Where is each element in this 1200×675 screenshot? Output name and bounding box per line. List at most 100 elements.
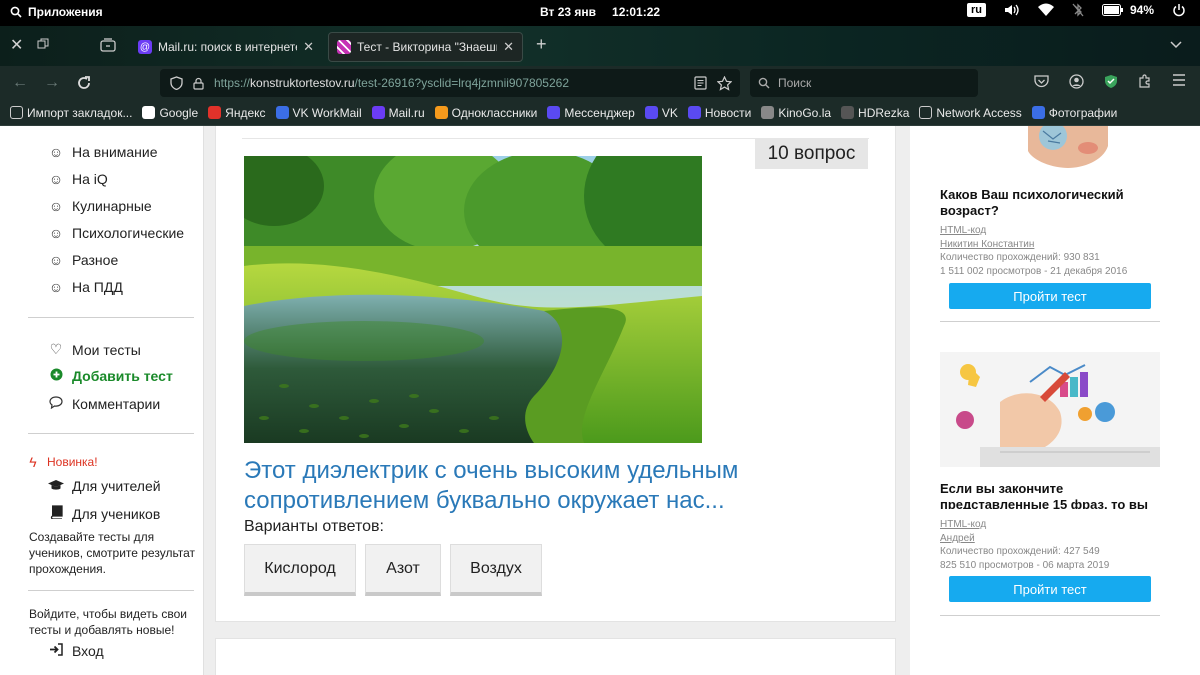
answer-button-oxygen[interactable]: Кислород <box>244 544 356 596</box>
search-bar[interactable]: Поиск <box>750 69 978 97</box>
close-window-icon[interactable]: ✕ <box>10 35 23 55</box>
news-icon <box>687 106 701 119</box>
bookmark-item[interactable]: HDRezka <box>841 106 909 120</box>
url-text[interactable]: https://konstruktortestov.ru/test-26916?… <box>214 76 684 90</box>
sidebar-divider <box>940 615 1160 616</box>
bookmark-item[interactable]: Одноклассники <box>434 105 538 120</box>
take-test-button[interactable]: Пройти тест <box>949 576 1151 602</box>
vk-icon <box>644 106 658 119</box>
bookmark-item[interactable]: VK <box>644 106 678 120</box>
bookmark-item[interactable]: VK WorkMail <box>275 106 362 120</box>
close-tab-icon[interactable]: ✕ <box>303 39 314 55</box>
address-bar[interactable]: https://konstruktortestov.ru/test-26916?… <box>160 69 740 97</box>
adguard-shield-icon[interactable] <box>1104 74 1118 89</box>
bookmark-item[interactable]: Google <box>142 106 198 120</box>
views-count: 1 511 002 просмотров - 21 декабря 2016 <box>940 265 1128 277</box>
tab-list-chevron-down-icon[interactable] <box>1170 41 1182 49</box>
for-students-link[interactable]: Для учеников <box>48 505 160 522</box>
new-label: Новинка! <box>47 455 98 469</box>
card-title[interactable]: Если вы закончите представленные 15 фраз… <box>940 481 1160 509</box>
bookmark-item[interactable]: Network Access <box>919 106 1022 120</box>
account-icon[interactable] <box>1069 74 1084 89</box>
category-label: На ПДД <box>72 279 123 295</box>
author-link[interactable]: Андрей <box>940 533 975 544</box>
back-arrow-icon[interactable]: ← <box>12 74 28 92</box>
battery-indicator[interactable]: 94% <box>1101 3 1154 17</box>
bookmark-item[interactable]: Яндекс <box>208 106 266 120</box>
html-code-link[interactable]: HTML-код <box>940 225 986 236</box>
page-viewport: ☺ На внимание ☺ На iQ ☺ Кулинарные ☺ Психоло… <box>0 126 1200 675</box>
volume-icon[interactable] <box>1004 3 1020 17</box>
mailru-icon <box>371 106 385 119</box>
bluetooth-off-icon[interactable] <box>1072 3 1084 17</box>
comments-link[interactable]: Комментарии <box>48 396 160 412</box>
bookmark-label: Импорт закладок... <box>27 105 133 120</box>
wifi-icon[interactable] <box>1037 3 1054 17</box>
forward-arrow-icon[interactable]: → <box>44 74 60 92</box>
keyboard-layout-indicator[interactable]: ru <box>966 3 986 17</box>
category-link-misc[interactable]: ☺ Разное <box>48 252 118 268</box>
bookmark-star-icon[interactable] <box>717 75 732 91</box>
new-tab-icon[interactable]: + <box>536 34 547 55</box>
answer-button-air[interactable]: Воздух <box>450 544 542 596</box>
smiley-icon: ☺ <box>48 279 64 295</box>
category-link-psychology[interactable]: ☺ Психологические <box>48 225 184 241</box>
shield-icon[interactable] <box>170 76 183 90</box>
system-tray[interactable]: ru 94% <box>966 3 1186 17</box>
lightning-icon: ϟ <box>29 454 37 470</box>
create-tests-promo: Создавайте тесты для учеников, смотрите … <box>29 530 196 576</box>
add-test-link[interactable]: Добавить тест <box>48 368 173 384</box>
question-text: Этот диэлектрик с очень высоким удельным… <box>244 457 739 514</box>
bookmark-label: KinoGo.la <box>778 105 832 120</box>
hamburger-menu-icon[interactable] <box>1172 74 1186 86</box>
photos-icon <box>1031 106 1045 119</box>
tab-konstruktor[interactable]: Тест - Викторина "Знаешь ли ✕ <box>328 32 523 62</box>
power-icon[interactable] <box>1172 3 1186 17</box>
login-link[interactable]: Вход <box>48 643 104 659</box>
sidebar-divider <box>28 317 194 318</box>
bookmark-item[interactable]: Mail.ru <box>371 106 425 120</box>
ok-icon <box>434 106 448 119</box>
pocket-icon[interactable] <box>1034 74 1049 88</box>
bookmark-label: Google <box>159 105 199 120</box>
category-link-cooking[interactable]: ☺ Кулинарные <box>48 198 152 214</box>
html-code-link[interactable]: HTML-код <box>940 519 986 530</box>
card-image-head[interactable] <box>1008 126 1128 168</box>
for-teachers-link[interactable]: Для учителей <box>48 478 161 494</box>
reader-view-icon[interactable] <box>694 76 707 90</box>
yandex-icon <box>208 106 222 119</box>
sidebar-divider <box>940 321 1160 322</box>
category-link-iq[interactable]: ☺ На iQ <box>48 171 108 187</box>
bookmark-item[interactable]: Мессенджер <box>547 106 635 120</box>
author-link[interactable]: Никитин Константин <box>940 239 1034 250</box>
bookmark-item[interactable]: KinoGo.la <box>761 106 831 120</box>
lower-content-panel <box>215 638 896 675</box>
take-test-button[interactable]: Пройти тест <box>949 283 1151 309</box>
reload-icon[interactable] <box>76 75 92 91</box>
views-count: 825 510 просмотров - 06 марта 2019 <box>940 559 1110 571</box>
bookmark-item[interactable]: Импорт закладок... <box>10 106 132 120</box>
extensions-puzzle-icon[interactable] <box>1138 74 1152 88</box>
restore-window-icon[interactable] <box>37 38 49 50</box>
my-tests-link[interactable]: ♡ Мои тесты <box>48 341 141 358</box>
card-meta: HTML-код Никитин Константин Количество п… <box>940 224 1160 278</box>
url-path: /test-26916?ysclid=lrq4jzmnii907805262 <box>354 76 569 90</box>
close-tab-icon[interactable]: ✕ <box>503 39 514 55</box>
answer-button-nitrogen[interactable]: Азот <box>365 544 441 596</box>
applications-menu[interactable]: Приложения <box>10 5 103 19</box>
clock[interactable]: Вт 23 янв 12:01:22 <box>540 5 660 19</box>
tab-mailru[interactable]: @ Mail.ru: поиск в интернете ✕ <box>130 32 322 62</box>
navigation-toolbar: ← → https://konstruktortestov.ru/test-26… <box>0 66 1200 100</box>
bookmark-item[interactable]: Фотографии <box>1031 105 1118 120</box>
category-link-traffic-rules[interactable]: ☺ На ПДД <box>48 279 123 295</box>
category-link-attention[interactable]: ☺ На внимание <box>48 144 158 160</box>
bookmark-label: Одноклассники <box>451 105 538 120</box>
browser-tab-strip: ✕ @ Mail.ru: поиск в интернете ✕ Тест - … <box>0 26 1200 66</box>
smiley-icon: ☺ <box>48 144 64 160</box>
lock-icon[interactable] <box>193 77 204 90</box>
bookmark-label: Фотографии <box>1048 105 1118 120</box>
card-title[interactable]: Каков Ваш психологический возраст? <box>940 187 1160 219</box>
card-image-writing-hand[interactable] <box>940 352 1160 467</box>
bookmark-item[interactable]: Новости <box>687 106 751 120</box>
tab-overview-icon[interactable] <box>100 38 116 52</box>
